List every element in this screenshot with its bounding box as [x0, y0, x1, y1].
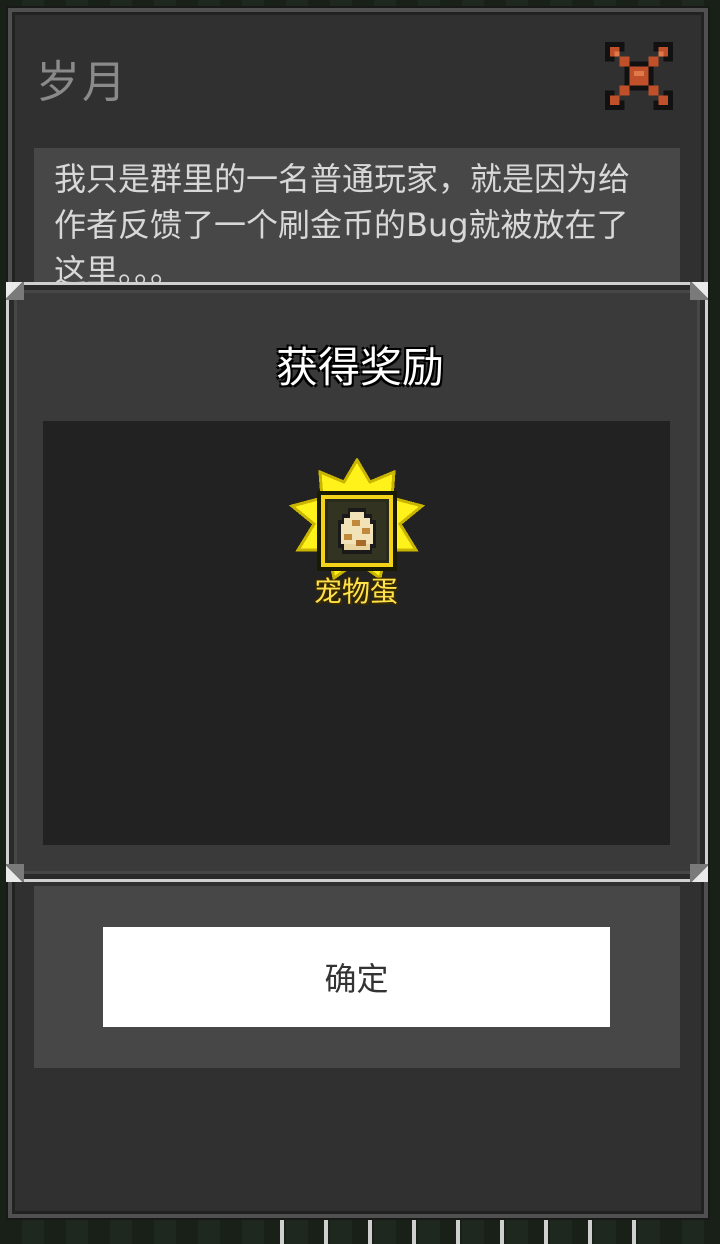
fence-decoration — [280, 1218, 660, 1244]
dialog-title: 岁月 — [36, 57, 128, 108]
reward-item-label: 宠物蛋 — [313, 575, 398, 608]
corner-decoration — [690, 864, 708, 882]
corner-decoration — [690, 282, 708, 300]
corner-decoration — [6, 864, 24, 882]
dialog-message-box: 我只是群里的一名普通玩家，就是因为给作者反馈了一个刷金币的Bug就被放在了这里。… — [34, 148, 680, 282]
reward-title: 获得奖励 — [275, 343, 444, 392]
close-icon[interactable] — [604, 42, 674, 110]
corner-decoration — [6, 282, 24, 300]
confirm-button[interactable]: 确定 — [103, 927, 610, 1027]
dialog-message: 我只是群里的一名普通玩家，就是因为给作者反馈了一个刷金币的Bug就被放在了这里。… — [54, 160, 631, 282]
pet-egg-icon — [288, 457, 426, 581]
